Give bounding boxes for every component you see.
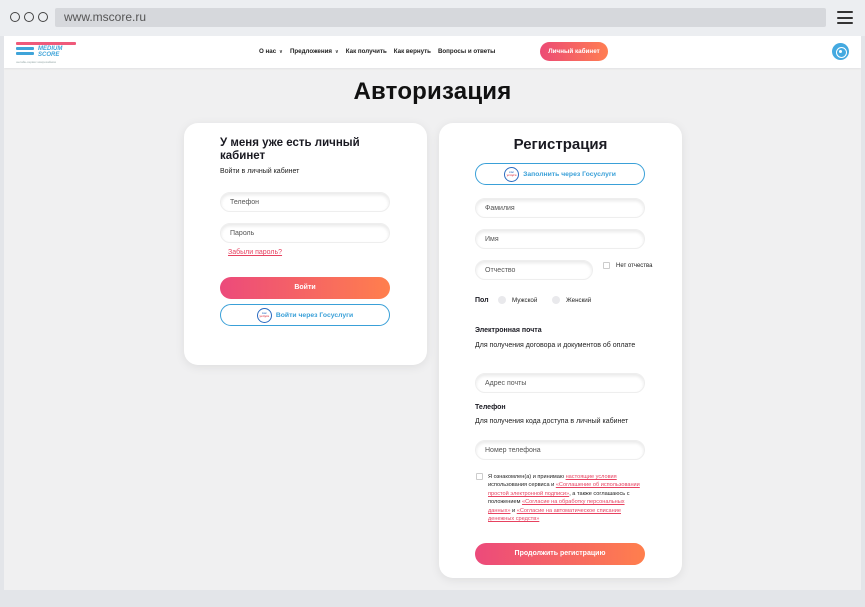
firstname-input[interactable]: Имя	[475, 229, 645, 249]
consent-text-part: Я ознакомлен(а) и принимаю	[488, 474, 566, 480]
gos-logo-bottom: услуги	[259, 314, 270, 318]
login-subtitle: Войти в личный кабинет	[220, 168, 300, 175]
gender-male-radio[interactable]	[498, 296, 506, 304]
logo-stripe	[16, 47, 34, 50]
nav-item-how-to-get[interactable]: Как получить	[346, 48, 387, 55]
window-control-icon[interactable]	[38, 12, 48, 22]
browser-toolbar: www.mscore.ru	[0, 0, 865, 36]
logo-word-score: SCORE	[38, 52, 60, 58]
chat-icon[interactable]	[832, 43, 849, 60]
email-input[interactable]: Адрес почты	[475, 373, 645, 393]
logo-tagline: онлайн-сервис микрозаймов	[16, 60, 56, 64]
nav-item-label: Предложения	[289, 48, 332, 55]
gender-male-label[interactable]: Мужской	[512, 297, 537, 304]
no-middlename-label: Нет отчества	[616, 263, 653, 269]
gender-female-radio[interactable]	[552, 296, 560, 304]
gos-logo-bottom: услуги	[506, 173, 517, 177]
gosuslugi-button-label: Заполнить через Госуслуги	[523, 170, 616, 178]
nav-item-how-to-repay[interactable]: Как вернуть	[394, 48, 431, 55]
nav-item-about[interactable]: О нас ∨	[259, 48, 283, 55]
phone-heading: Телефон	[475, 404, 506, 411]
continue-registration-button[interactable]: Продолжить регистрацию	[475, 543, 645, 565]
consent-text: Я ознакомлен(а) и принимаю настоящие усл…	[488, 473, 648, 523]
consent-checkbox[interactable]	[476, 473, 483, 480]
gosuslugi-button-label: Войти через Госуслуги	[275, 311, 354, 319]
terms-link[interactable]: настоящие условия	[566, 474, 617, 480]
login-password-input[interactable]: Пароль	[220, 223, 390, 243]
window-control-icon[interactable]	[24, 12, 34, 22]
forgot-password-link[interactable]: Забыли пароль?	[228, 249, 282, 256]
login-phone-input[interactable]: Телефон	[220, 192, 390, 212]
chevron-down-icon: ∨	[334, 49, 339, 55]
logo-stripe	[16, 42, 76, 45]
nav-item-label: О нас	[259, 48, 277, 55]
registration-title: Регистрация	[513, 136, 608, 153]
login-card: У меня уже есть личный кабинет Войти в л…	[184, 123, 427, 365]
middlename-input[interactable]: Отчество	[475, 260, 593, 280]
login-submit-button[interactable]: Войти	[220, 277, 390, 299]
phone-input[interactable]: Номер телефона	[475, 440, 645, 460]
logo-stripe	[16, 52, 34, 55]
email-heading: Электронная почта	[475, 327, 542, 334]
consent-text-part: использования сервиса и	[488, 482, 556, 489]
main-nav: О нас ∨ Предложения ∨ Как получить Как в…	[259, 48, 495, 55]
register-gosuslugi-button[interactable]: гос услуги Заполнить через Госуслуги	[475, 163, 645, 185]
gender-female-label[interactable]: Женский	[566, 297, 591, 304]
personal-cabinet-button[interactable]: Личный кабинет	[540, 42, 608, 61]
nav-item-faq[interactable]: Вопросы и ответы	[438, 48, 495, 55]
page-viewport: MEDIUM SCORE онлайн-сервис микрозаймов О…	[4, 36, 861, 590]
login-title: У меня уже есть личный кабинет	[220, 137, 360, 162]
window-controls	[10, 12, 48, 22]
gosuslugi-logo-icon: гос услуги	[256, 307, 272, 323]
chevron-down-icon: ∨	[278, 49, 283, 55]
window-control-icon[interactable]	[10, 12, 20, 22]
site-header: MEDIUM SCORE онлайн-сервис микрозаймов О…	[4, 36, 861, 68]
lastname-input[interactable]: Фамилия	[475, 198, 645, 218]
registration-card: Регистрация гос услуги Заполнить через Го…	[439, 123, 682, 578]
site-logo[interactable]: MEDIUM SCORE онлайн-сервис микрозаймов	[16, 41, 76, 64]
nav-item-offers[interactable]: Предложения ∨	[290, 48, 339, 55]
browser-menu-icon[interactable]	[837, 11, 853, 24]
browser-window: www.mscore.ru MEDIUM SCORE онлайн-сервис…	[0, 0, 865, 607]
gosuslugi-logo-icon: гос услуги	[504, 166, 520, 182]
address-bar[interactable]: www.mscore.ru	[55, 8, 826, 27]
email-hint: Для получения договора и документов об о…	[475, 342, 636, 349]
page-title: Авторизация	[353, 78, 512, 105]
login-gosuslugi-button[interactable]: гос услуги Войти через Госуслуги	[220, 304, 390, 326]
no-middlename-checkbox[interactable]	[603, 262, 610, 269]
gender-label: Пол	[475, 297, 489, 304]
phone-hint: Для получения кода доступа в личный каби…	[475, 418, 629, 425]
